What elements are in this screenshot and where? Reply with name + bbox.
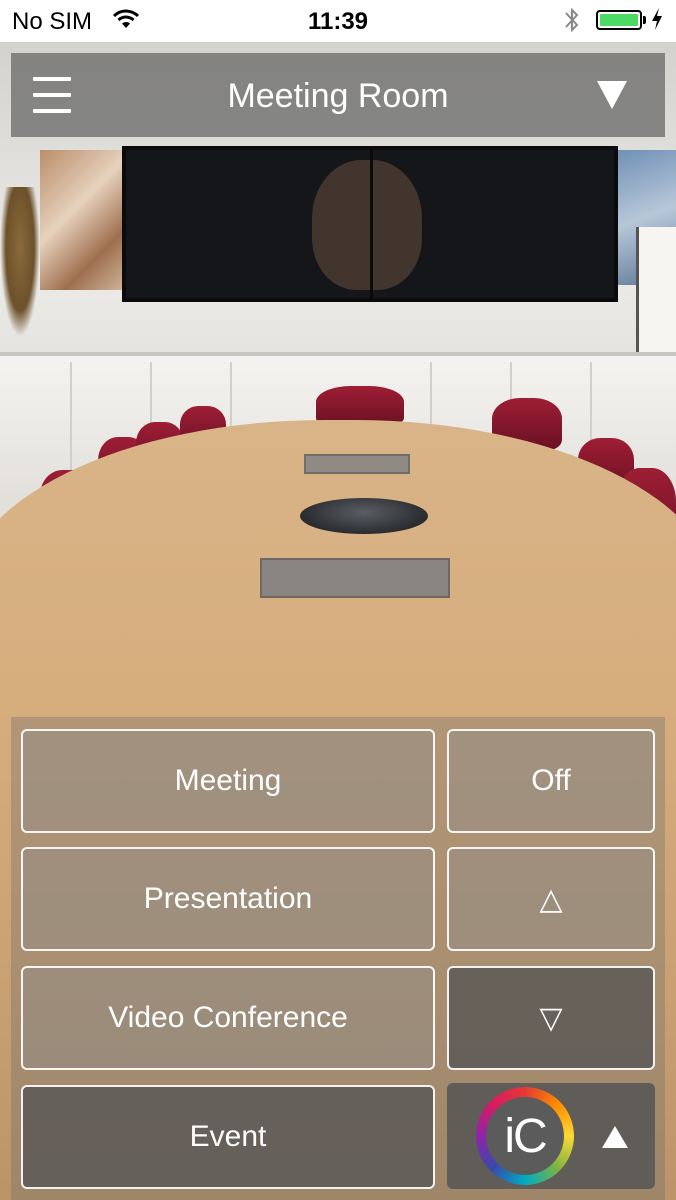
scene-button-label: Video Conference xyxy=(108,1001,348,1034)
power-off-label: Off xyxy=(531,764,571,797)
status-bar: No SIM 11:39 xyxy=(0,0,676,42)
brand-logo-text: iC xyxy=(486,1097,564,1175)
up-triangle-icon: △ xyxy=(539,882,563,916)
volume-up-button[interactable]: △ xyxy=(447,847,655,951)
page-title: Meeting Room xyxy=(227,77,449,115)
table-cable-port xyxy=(304,454,410,474)
room-poster-left xyxy=(40,150,135,290)
power-off-button[interactable]: Off xyxy=(447,729,655,833)
scene-button-event[interactable]: Event xyxy=(21,1085,435,1189)
room-plant xyxy=(0,187,40,337)
bluetooth-icon xyxy=(562,6,582,41)
triangle-up-icon[interactable] xyxy=(602,1126,630,1148)
volume-down-button[interactable]: ▽ xyxy=(447,966,655,1070)
brand-logo-icon: iC xyxy=(476,1087,574,1185)
room-tv-reflection xyxy=(312,160,422,290)
bolt-icon xyxy=(650,6,664,39)
scene-button-meeting[interactable]: Meeting xyxy=(21,729,435,833)
down-triangle-icon: ▽ xyxy=(539,1001,563,1035)
table-cable-port xyxy=(260,558,450,598)
room-tv-divider xyxy=(370,150,373,300)
scene-button-presentation[interactable]: Presentation xyxy=(21,847,435,951)
battery-level-fill xyxy=(600,14,638,26)
triangle-down-icon[interactable] xyxy=(597,75,637,115)
scene-button-label: Event xyxy=(189,1120,267,1153)
scene-button-label: Meeting xyxy=(174,764,282,797)
scene-button-video-conference[interactable]: Video Conference xyxy=(21,966,435,1070)
scene-button-label: Presentation xyxy=(143,882,313,915)
header-bar: Meeting Room xyxy=(11,53,665,137)
battery-tip xyxy=(643,16,646,24)
conference-phone xyxy=(300,498,428,534)
battery-icon xyxy=(596,10,642,30)
